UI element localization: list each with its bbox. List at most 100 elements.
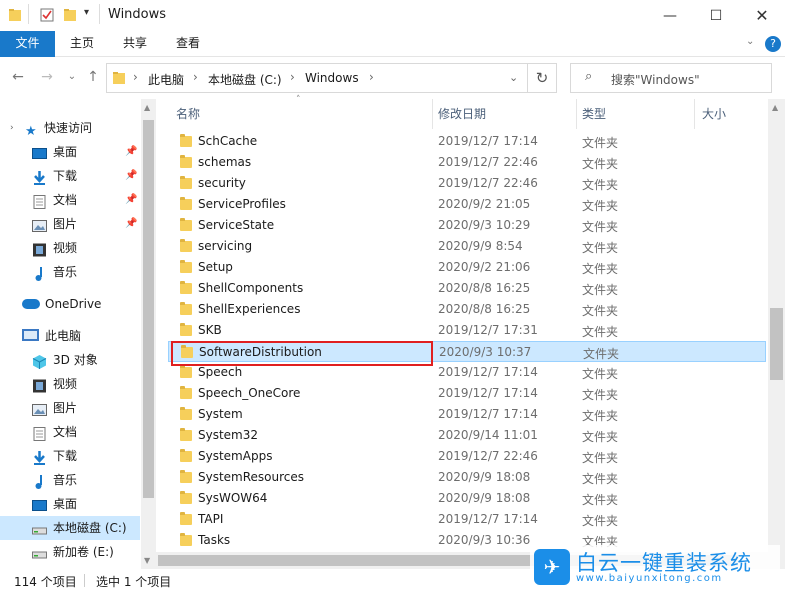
pin-icon[interactable]: 📌	[125, 164, 137, 188]
documents-icon	[32, 193, 47, 209]
breadcrumb-this-pc[interactable]: 此电脑	[148, 71, 184, 88]
tab-share[interactable]: 共享	[111, 31, 159, 57]
nav-item-documents[interactable]: 文档	[0, 420, 140, 444]
file-type: 文件夹	[582, 304, 619, 318]
file-row[interactable]: System 2019/12/7 17:14 文件夹	[168, 404, 766, 425]
column-divider[interactable]	[432, 99, 433, 129]
folder-icon	[180, 302, 192, 315]
documents-icon	[32, 425, 47, 441]
file-date: 2020/9/2 21:05	[438, 197, 531, 211]
file-row[interactable]: SysWOW64 2020/9/9 18:08 文件夹	[168, 488, 766, 509]
pin-icon[interactable]: 📌	[125, 188, 137, 212]
address-bar[interactable]: › 此电脑 › 本地磁盘 (C:) › Windows › ⌄	[106, 63, 557, 93]
file-row[interactable]: servicing 2020/9/9 8:54 文件夹	[168, 236, 766, 257]
help-icon[interactable]: ?	[765, 36, 781, 52]
file-row[interactable]: Speech_OneCore 2019/12/7 17:14 文件夹	[168, 383, 766, 404]
customize-toolbar-icon[interactable]: ▾	[84, 7, 89, 18]
nav-quick-access[interactable]: › ★ 快速访问	[0, 116, 140, 140]
file-type: 文件夹	[583, 347, 620, 361]
file-date: 2019/12/7 17:14	[438, 512, 538, 526]
file-list-scrollbar-thumb[interactable]	[770, 308, 783, 380]
file-name: Tasks	[198, 533, 231, 547]
refresh-icon: ↻	[535, 69, 549, 87]
scroll-up-icon[interactable]: ▲	[144, 103, 150, 112]
tab-view[interactable]: 查看	[164, 31, 212, 57]
breadcrumb-chevron-icon[interactable]: ›	[133, 70, 138, 84]
item-count: 114 个项目	[14, 575, 77, 589]
up-arrow-icon[interactable]: ↑	[84, 68, 102, 86]
nav-item-3d-objects[interactable]: 3D 对象	[0, 348, 140, 372]
file-row[interactable]: SKB 2019/12/7 17:31 文件夹	[168, 320, 766, 341]
column-name[interactable]: 名称	[176, 99, 200, 129]
refresh-button[interactable]: ↻	[527, 63, 557, 93]
new-folder-icon[interactable]	[63, 8, 77, 22]
nav-item-music[interactable]: 音乐	[0, 260, 140, 284]
tab-file[interactable]: 文件	[0, 31, 55, 57]
nav-item-drive[interactable]: 本地磁盘 (C:)	[0, 516, 140, 540]
breadcrumb-chevron-icon[interactable]: ›	[290, 70, 295, 84]
back-arrow-icon[interactable]: ←	[9, 68, 27, 86]
window-title: Windows	[108, 7, 167, 22]
nav-item-desktop[interactable]: 桌面 📌	[0, 140, 140, 164]
close-button[interactable]: ✕	[739, 0, 785, 31]
properties-icon[interactable]	[40, 8, 54, 22]
expand-chevron-icon[interactable]: ›	[10, 116, 14, 140]
address-dropdown-icon[interactable]: ⌄	[509, 71, 518, 84]
minimize-button[interactable]: —	[647, 0, 693, 31]
file-row[interactable]: security 2019/12/7 22:46 文件夹	[168, 173, 766, 194]
folder-icon	[180, 386, 192, 399]
file-date: 2019/12/7 17:14	[438, 407, 538, 421]
desktop-icon	[32, 145, 47, 159]
file-row[interactable]: SystemApps 2019/12/7 22:46 文件夹	[168, 446, 766, 467]
file-row[interactable]: ServiceState 2020/9/3 10:29 文件夹	[168, 215, 766, 236]
file-type: 文件夹	[582, 367, 619, 381]
nav-item-drive[interactable]: 新加卷 (E:)	[0, 540, 140, 564]
tab-home[interactable]: 主页	[58, 31, 106, 57]
file-row[interactable]: ShellExperiences 2020/8/8 16:25 文件夹	[168, 299, 766, 320]
file-row[interactable]: SchCache 2019/12/7 17:14 文件夹	[168, 131, 766, 152]
column-date[interactable]: 修改日期	[438, 99, 486, 129]
nav-item-download[interactable]: 下载 📌	[0, 164, 140, 188]
nav-item-desktop[interactable]: 桌面	[0, 492, 140, 516]
nav-item-music[interactable]: 音乐	[0, 468, 140, 492]
file-row[interactable]: System32 2020/9/14 11:01 文件夹	[168, 425, 766, 446]
file-row[interactable]: Setup 2020/9/2 21:06 文件夹	[168, 257, 766, 278]
forward-arrow-icon[interactable]: →	[38, 68, 56, 86]
nav-item-videos[interactable]: 视频	[0, 372, 140, 396]
nav-item-pictures[interactable]: 图片	[0, 396, 140, 420]
column-type[interactable]: 类型	[582, 99, 606, 129]
onedrive-cloud-icon	[22, 299, 40, 309]
nav-item-download[interactable]: 下载	[0, 444, 140, 468]
folder-icon	[180, 281, 192, 294]
folder-icon	[180, 134, 192, 147]
nav-this-pc[interactable]: 此电脑	[0, 324, 140, 348]
breadcrumb-windows[interactable]: Windows	[305, 71, 359, 85]
breadcrumb-local-disk[interactable]: 本地磁盘 (C:)	[208, 71, 282, 88]
file-type: 文件夹	[582, 241, 619, 255]
scroll-up-icon[interactable]: ▲	[772, 103, 778, 112]
breadcrumb-chevron-icon[interactable]: ›	[193, 70, 198, 84]
column-divider[interactable]	[694, 99, 695, 129]
nav-scrollbar-thumb[interactable]	[143, 120, 154, 498]
expand-ribbon-icon[interactable]: ⌄	[746, 36, 754, 47]
recent-locations-chevron-icon[interactable]: ⌄	[63, 68, 81, 86]
maximize-button[interactable]: ☐	[693, 0, 739, 31]
pin-icon[interactable]: 📌	[125, 212, 137, 236]
videos-icon	[32, 377, 47, 393]
search-input[interactable]: ⌕ 搜索"Windows"	[570, 63, 772, 93]
file-row[interactable]: schemas 2019/12/7 22:46 文件夹	[168, 152, 766, 173]
column-divider[interactable]	[576, 99, 577, 129]
nav-item-documents[interactable]: 文档 📌	[0, 188, 140, 212]
scroll-down-icon[interactable]: ▼	[144, 556, 150, 565]
file-row[interactable]: SystemResources 2020/9/9 18:08 文件夹	[168, 467, 766, 488]
pin-icon[interactable]: 📌	[125, 140, 137, 164]
nav-item-label: 视频	[53, 241, 78, 255]
nav-onedrive[interactable]: OneDrive	[0, 292, 140, 316]
breadcrumb-chevron-icon[interactable]: ›	[369, 70, 374, 84]
nav-item-pictures[interactable]: 图片 📌	[0, 212, 140, 236]
column-size[interactable]: 大小	[702, 99, 726, 129]
nav-item-videos[interactable]: 视频	[0, 236, 140, 260]
file-row[interactable]: TAPI 2019/12/7 17:14 文件夹	[168, 509, 766, 530]
file-row[interactable]: ShellComponents 2020/8/8 16:25 文件夹	[168, 278, 766, 299]
file-row[interactable]: ServiceProfiles 2020/9/2 21:05 文件夹	[168, 194, 766, 215]
